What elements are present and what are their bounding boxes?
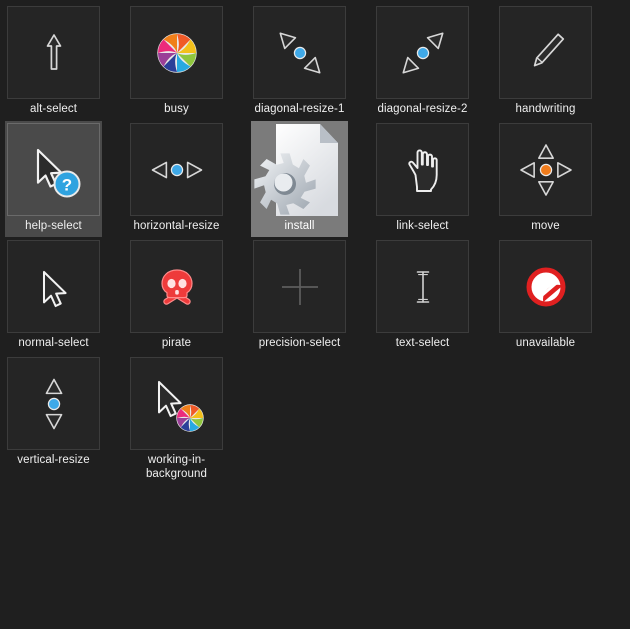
svg-text:?: ?	[61, 175, 71, 194]
cursor-tile-busy[interactable]: busy	[128, 4, 225, 120]
diagonal-resize-nwse-icon	[272, 25, 328, 81]
cursor-thumbnail-diagonal-resize-2[interactable]	[376, 6, 469, 99]
move-four-arrows-icon	[518, 142, 574, 198]
cursor-tile-normal-select[interactable]: normal-select	[5, 238, 102, 354]
cursor-thumbnail-help-select[interactable]: ?	[7, 123, 100, 216]
cursor-thumbnail-diagonal-resize-1[interactable]	[253, 6, 346, 99]
cursor-label: text-select	[395, 337, 450, 349]
pencil-icon	[518, 25, 574, 81]
cursor-label: working-in-background	[145, 454, 208, 480]
cursor-tile-install[interactable]: install	[251, 121, 348, 237]
cursor-label: help-select	[25, 220, 82, 232]
cursor-thumbnail-text-select[interactable]	[376, 240, 469, 333]
cursor-tile-text-select[interactable]: text-select	[374, 238, 471, 354]
text-ibeam-icon	[395, 259, 451, 315]
cursor-thumbnail-install[interactable]	[253, 123, 346, 216]
horizontal-resize-icon	[149, 142, 205, 198]
cursor-thumbnail-busy[interactable]	[130, 6, 223, 99]
cursor-label: alt-select	[29, 103, 78, 115]
working-in-background-icon	[145, 372, 209, 436]
cursor-label: diagonal-resize-1	[254, 103, 345, 115]
cursor-label: unavailable	[515, 337, 576, 349]
cursor-tile-link-select[interactable]: link-select	[374, 121, 471, 237]
vertical-resize-icon	[26, 376, 82, 432]
cursor-tile-move[interactable]: move	[497, 121, 594, 237]
cursor-thumbnail-unavailable[interactable]	[499, 240, 592, 333]
cursor-label: link-select	[396, 220, 449, 232]
cursor-thumbnail-alt-select[interactable]	[7, 6, 100, 99]
cursor-label: move	[531, 220, 560, 232]
cursor-thumbnail-handwriting[interactable]	[499, 6, 592, 99]
cursor-tile-working-in-background[interactable]: working-in-background	[128, 355, 225, 484]
cursor-label: vertical-resize	[17, 454, 90, 466]
cursor-tile-horizontal-resize[interactable]: horizontal-resize	[128, 121, 225, 237]
help-cursor-icon: ?	[22, 138, 86, 202]
cursor-label: handwriting	[515, 103, 576, 115]
cursor-label: precision-select	[258, 337, 341, 349]
cursor-tile-pirate[interactable]: pirate	[128, 238, 225, 354]
arrow-cursor-icon	[26, 259, 82, 315]
cursor-label: busy	[164, 103, 189, 115]
cursor-label: horizontal-resize	[133, 220, 220, 232]
cursor-tile-vertical-resize[interactable]: vertical-resize	[5, 355, 102, 471]
cursor-label: diagonal-resize-2	[377, 103, 468, 115]
cursor-tile-diagonal-resize-1[interactable]: diagonal-resize-1	[251, 4, 348, 120]
cursor-tile-help-select[interactable]: ? help-select	[5, 121, 102, 237]
cursor-thumbnail-precision-select[interactable]	[253, 240, 346, 333]
cursor-thumbnail-horizontal-resize[interactable]	[130, 123, 223, 216]
cursor-tile-precision-select[interactable]: precision-select	[251, 238, 348, 354]
cursor-thumbnail-move[interactable]	[499, 123, 592, 216]
cursor-tile-diagonal-resize-2[interactable]: diagonal-resize-2	[374, 4, 471, 120]
cursor-thumbnail-normal-select[interactable]	[7, 240, 100, 333]
cursor-label: normal-select	[18, 337, 89, 349]
cursor-tile-alt-select[interactable]: alt-select	[5, 4, 102, 120]
cursor-thumbnail-working-in-background[interactable]	[130, 357, 223, 450]
crosshair-icon	[272, 259, 328, 315]
cursor-thumbnail-pirate[interactable]	[130, 240, 223, 333]
cursor-tile-handwriting[interactable]: handwriting	[497, 4, 594, 120]
skull-crossbones-icon	[149, 259, 205, 315]
cursor-thumbnail-link-select[interactable]	[376, 123, 469, 216]
busy-spinner-icon	[149, 25, 205, 81]
pointing-hand-icon	[395, 142, 451, 198]
diagonal-resize-nesw-icon	[395, 25, 451, 81]
no-entry-icon	[518, 259, 574, 315]
cursor-thumbnail-vertical-resize[interactable]	[7, 357, 100, 450]
cursor-label: pirate	[161, 337, 192, 349]
alt-select-cursor-icon	[26, 25, 82, 81]
cursor-label: install	[284, 220, 315, 232]
cursor-theme-grid: alt-select busy diagonal-resize-1 diagonal-…	[0, 0, 630, 629]
cursor-tile-unavailable[interactable]: unavailable	[497, 238, 594, 354]
